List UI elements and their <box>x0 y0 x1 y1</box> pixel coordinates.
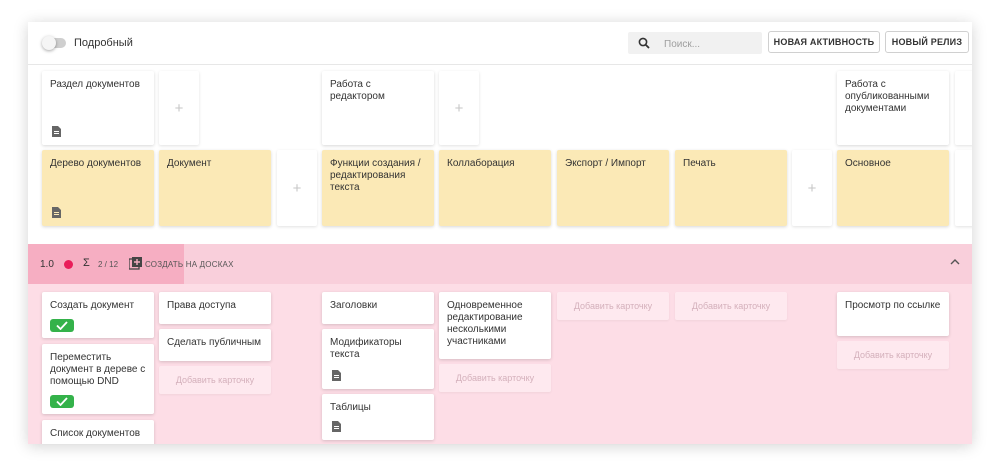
story-title: Одновременное редактирование несколькими… <box>447 300 523 347</box>
step-card[interactable]: Печать <box>675 150 787 226</box>
step-title: Экспорт / Импорт <box>565 158 646 169</box>
story-title: Переместить документ в дереве с помощью … <box>50 352 146 387</box>
done-badge <box>50 395 74 408</box>
check-icon <box>56 321 68 330</box>
story-title: Создать документ <box>50 300 135 311</box>
release-status-dot <box>64 260 73 269</box>
step-title: Дерево документов <box>50 158 142 169</box>
done-badge <box>50 319 74 332</box>
new-activity-button[interactable]: НОВАЯ АКТИВНОСТЬ <box>768 31 880 53</box>
detailed-toggle[interactable] <box>42 36 66 50</box>
sum-icon: Σ <box>83 257 90 269</box>
step-title: Документ <box>167 158 212 169</box>
search-box[interactable] <box>628 32 762 54</box>
step-card[interactable]: Дерево документов <box>42 150 154 226</box>
story-card[interactable]: Права доступа <box>159 292 271 324</box>
step-title: Печать <box>683 158 716 169</box>
activity-card[interactable]: Раздел документов <box>42 71 154 145</box>
release-lane: 1.0 Σ 2 / 12 СОЗДАТЬ НА ДОСКАХ Создать д… <box>28 244 972 444</box>
toggle-knob <box>42 36 56 50</box>
activity-title: Работа с редактором <box>330 79 385 102</box>
document-icon <box>52 207 61 218</box>
step-card[interactable]: Коллаборация <box>439 150 551 226</box>
step-card[interactable]: Функции создания / редактирования текста <box>322 150 434 226</box>
story-card[interactable]: Список документов <box>42 420 154 444</box>
activity-title: Раздел документов <box>50 79 140 90</box>
add-activity-button[interactable]: + <box>439 71 479 145</box>
story-card[interactable]: Просмотр по ссылке <box>837 292 949 336</box>
story-card[interactable]: Таблицы <box>322 394 434 440</box>
document-icon <box>332 370 341 381</box>
activity-title: Работа с опубликованными документами <box>845 79 930 114</box>
document-icon <box>332 421 341 432</box>
release-count: 2 / 12 <box>98 260 119 269</box>
chevron-up-icon[interactable] <box>950 258 960 266</box>
add-card-button[interactable]: Добавить карточку <box>159 366 271 394</box>
release-version: 1.0 <box>40 259 54 270</box>
step-card[interactable]: Основное <box>837 150 949 226</box>
add-card-button[interactable]: Добавить карточку <box>675 292 787 320</box>
add-step-button[interactable]: + <box>792 150 832 226</box>
add-card-button[interactable]: Добавить карточку <box>439 364 551 392</box>
release-header[interactable]: 1.0 Σ 2 / 12 СОЗДАТЬ НА ДОСКАХ <box>28 244 972 284</box>
add-board-icon[interactable] <box>129 257 142 270</box>
document-icon <box>52 126 61 137</box>
add-activity-button[interactable] <box>955 71 972 145</box>
search-icon <box>638 37 650 49</box>
story-title: Модификаторы текста <box>330 337 402 360</box>
step-title: Функции создания / редактирования текста <box>330 158 421 193</box>
activity-card[interactable]: Работа с редактором <box>322 71 434 145</box>
step-card[interactable]: Документ <box>159 150 271 226</box>
story-title: Заголовки <box>330 300 378 311</box>
add-step-button[interactable] <box>955 150 972 226</box>
story-title: Права доступа <box>167 300 236 311</box>
add-card-button[interactable]: Добавить карточку <box>557 292 669 320</box>
story-card[interactable]: Создать документ <box>42 292 154 338</box>
story-card[interactable]: Сделать публичным <box>159 329 271 361</box>
story-title: Таблицы <box>330 402 371 413</box>
story-card[interactable]: Переместить документ в дереве с помощью … <box>42 344 154 414</box>
toolbar: Подробный НОВАЯ АКТИВНОСТЬ НОВЫЙ РЕЛИЗ <box>28 22 972 65</box>
add-activity-button[interactable]: + <box>159 71 199 145</box>
search-input[interactable] <box>662 35 760 53</box>
check-icon <box>56 397 68 406</box>
step-title: Основное <box>845 158 891 169</box>
story-card[interactable]: Одновременное редактирование несколькими… <box>439 292 551 359</box>
story-title: Просмотр по ссылке <box>845 300 941 311</box>
new-release-button[interactable]: НОВЫЙ РЕЛИЗ <box>885 31 969 53</box>
step-title: Коллаборация <box>447 158 515 169</box>
story-card[interactable]: Модификаторы текста <box>322 329 434 389</box>
add-card-button[interactable]: Добавить карточку <box>837 341 949 369</box>
story-title: Список документов <box>50 428 141 439</box>
story-title: Сделать публичным <box>167 337 262 348</box>
activity-card[interactable]: Работа с опубликованными документами <box>837 71 949 145</box>
step-card[interactable]: Экспорт / Импорт <box>557 150 669 226</box>
story-card[interactable]: Заголовки <box>322 292 434 324</box>
detailed-toggle-label: Подробный <box>74 37 133 49</box>
story-map-window: Подробный НОВАЯ АКТИВНОСТЬ НОВЫЙ РЕЛИЗ Р… <box>28 22 972 444</box>
add-step-button[interactable]: + <box>277 150 317 226</box>
create-on-boards-link[interactable]: СОЗДАТЬ НА ДОСКАХ <box>145 260 234 269</box>
